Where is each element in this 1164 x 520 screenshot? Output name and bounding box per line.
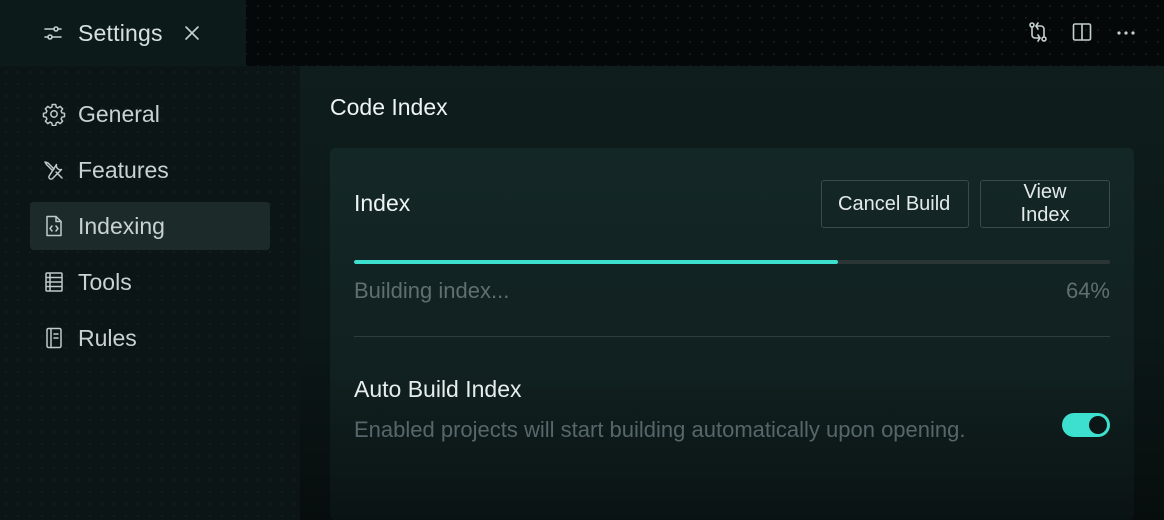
index-progress-fill xyxy=(354,260,838,264)
sliders-icon xyxy=(42,22,64,44)
settings-sidebar: General Features Indexing Tools Rules xyxy=(0,66,300,520)
progress-percent: 64% xyxy=(1065,278,1110,303)
compare-changes-icon[interactable] xyxy=(1026,20,1050,44)
sidebar-item-label: Features xyxy=(78,156,169,183)
index-card: Index Cancel Build View Index Building i… xyxy=(330,148,1134,520)
sidebar-item-indexing[interactable]: Indexing xyxy=(30,202,270,250)
tools-icon xyxy=(42,158,66,182)
progress-status-text: Building index... xyxy=(354,278,510,303)
sidebar-item-label: Tools xyxy=(78,268,132,295)
page-title: Code Index xyxy=(330,94,448,120)
sidebar-item-label: General xyxy=(78,100,160,127)
view-index-button[interactable]: View Index xyxy=(980,180,1110,228)
settings-tab[interactable]: Settings xyxy=(0,0,246,66)
sidebar-item-features[interactable]: Features xyxy=(30,146,270,194)
auto-build-description: Enabled projects will start building aut… xyxy=(354,417,966,442)
tools-list-icon xyxy=(42,270,66,294)
gear-icon xyxy=(42,102,66,126)
sidebar-item-label: Indexing xyxy=(78,212,165,239)
top-actions xyxy=(1026,20,1138,44)
top-bar: Settings xyxy=(0,0,1164,66)
rules-book-icon xyxy=(42,326,66,350)
sidebar-item-rules[interactable]: Rules xyxy=(30,314,270,362)
toggle-knob xyxy=(1089,416,1107,434)
tab-label: Settings xyxy=(78,19,163,46)
settings-content: Code Index Index Cancel Build View Index… xyxy=(300,66,1164,520)
cancel-build-button[interactable]: Cancel Build xyxy=(821,180,969,228)
sidebar-item-label: Rules xyxy=(78,324,137,351)
sidebar-item-general[interactable]: General xyxy=(30,90,270,138)
auto-build-toggle[interactable] xyxy=(1062,413,1110,437)
sidebar-item-tools[interactable]: Tools xyxy=(30,258,270,306)
settings-window: Settings General Features Indexing Tools… xyxy=(0,0,1164,520)
more-icon[interactable] xyxy=(1114,20,1138,44)
index-progress-bar xyxy=(354,260,1110,264)
close-icon[interactable] xyxy=(183,24,201,42)
split-editor-icon[interactable] xyxy=(1070,20,1094,44)
divider xyxy=(354,336,1110,337)
index-card-title: Index xyxy=(354,190,411,216)
code-file-icon xyxy=(42,214,66,238)
auto-build-title: Auto Build Index xyxy=(354,376,522,402)
